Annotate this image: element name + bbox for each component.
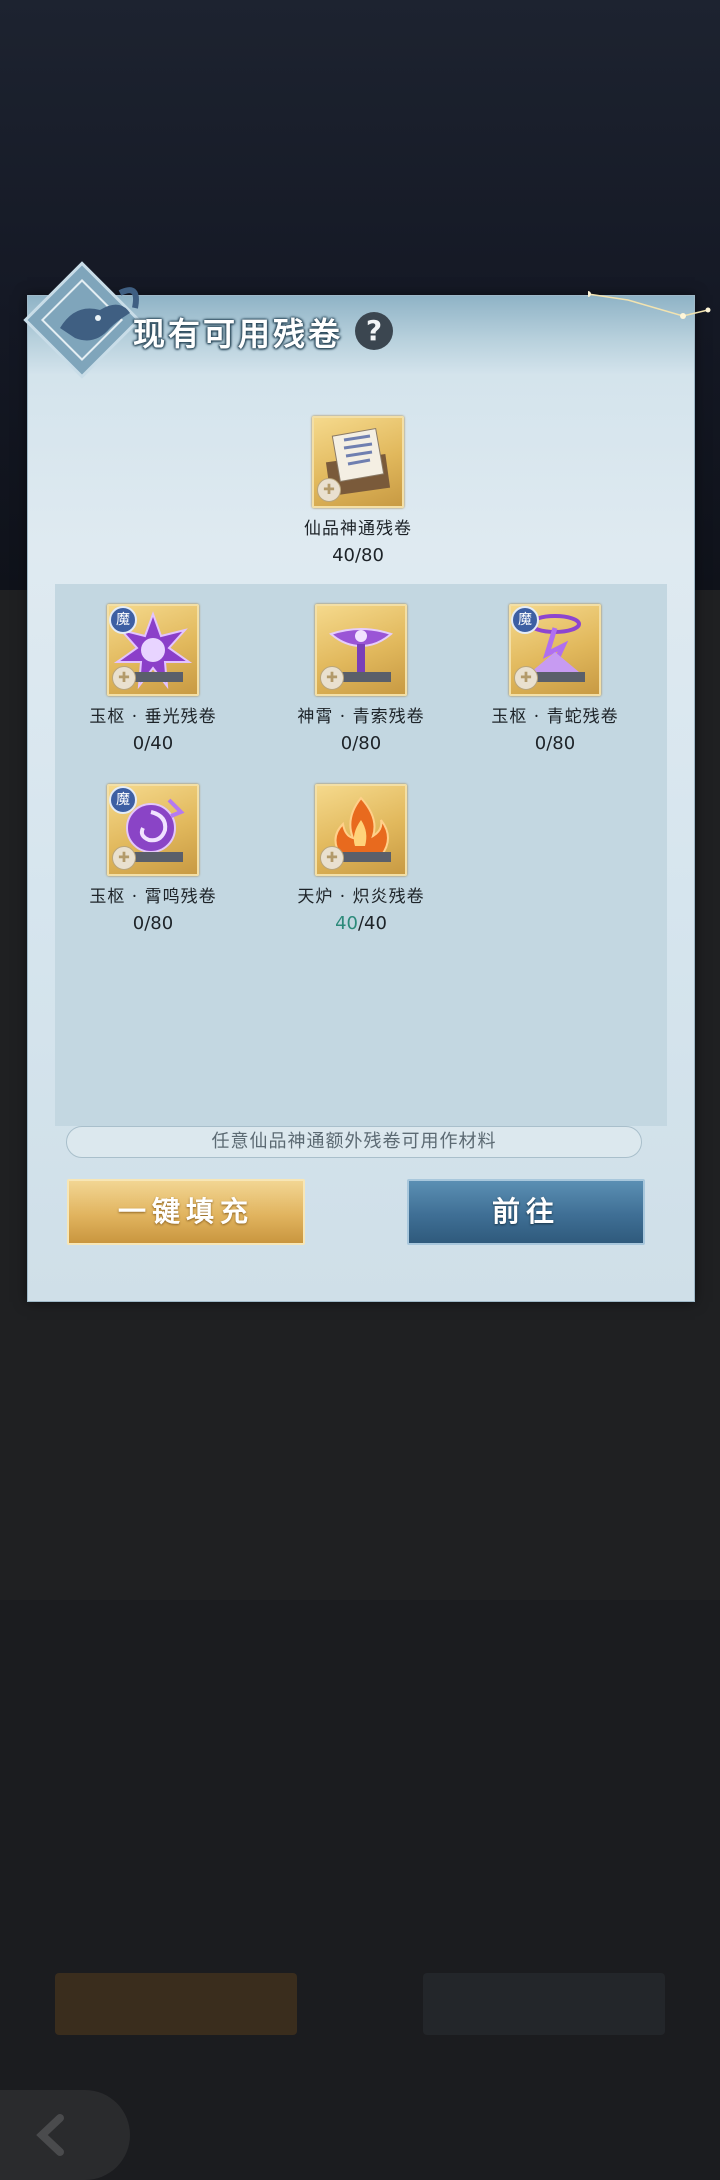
item-count: 40/80 — [332, 545, 384, 566]
flame-icon: ✚ — [315, 784, 407, 876]
purple-vortex-icon: 魔 ✚ — [107, 784, 199, 876]
item-name: 玉枢 · 青蛇残卷 — [491, 707, 619, 727]
back-arrow-icon — [36, 2114, 64, 2156]
item-name: 玉枢 · 霄鸣残卷 — [89, 887, 217, 907]
scroll-item[interactable]: 魔 ✚ 玉枢 · 垂光残卷 0/40 — [63, 604, 243, 754]
owned-count: 40 — [335, 913, 358, 934]
scroll-list: 魔 ✚ 玉枢 · 垂光残卷 0/40 ✚ 神霄 · 青索残卷 0/80 魔 ✚ … — [55, 584, 667, 1126]
one-click-fill-button[interactable]: 一键填充 — [67, 1179, 305, 1245]
item-count: 0/80 — [534, 733, 576, 754]
fragment-badge: ✚ — [112, 666, 136, 690]
main-scroll-item[interactable]: ✚ 仙品神通残卷 40/80 — [258, 416, 458, 566]
fragment-badge: ✚ — [320, 666, 344, 690]
demon-badge: 魔 — [109, 786, 137, 814]
help-button[interactable]: ? — [355, 312, 393, 350]
scroll-pile-icon: ✚ — [312, 416, 404, 508]
fragment-badge: ✚ — [112, 846, 136, 870]
item-count: 40/40 — [335, 913, 387, 934]
background-button-right — [423, 1973, 665, 2035]
fragment-badge: ✚ — [514, 666, 538, 690]
fragment-badge: ✚ — [317, 478, 341, 502]
scroll-item[interactable]: 魔 ✚ 玉枢 · 霄鸣残卷 0/80 — [63, 784, 243, 934]
background-button-left — [55, 1973, 297, 2035]
purple-burst-icon: 魔 ✚ — [107, 604, 199, 696]
item-count: 0/80 — [340, 733, 382, 754]
item-count: 0/40 — [132, 733, 174, 754]
fragment-badge: ✚ — [320, 846, 344, 870]
scroll-item[interactable]: ✚ 天炉 · 炽炎残卷 40/40 — [271, 784, 451, 934]
demon-badge: 魔 — [511, 606, 539, 634]
material-note: 任意仙品神通额外残卷可用作材料 — [66, 1126, 642, 1158]
constellation-decoration — [588, 291, 711, 319]
back-button[interactable] — [0, 2090, 130, 2180]
beast-emblem-icon — [23, 261, 141, 379]
item-name: 仙品神通残卷 — [304, 519, 412, 539]
purple-serpent-icon: 魔 ✚ — [509, 604, 601, 696]
scroll-item[interactable]: 魔 ✚ 玉枢 · 青蛇残卷 0/80 — [465, 604, 645, 754]
demon-badge: 魔 — [109, 606, 137, 634]
purple-sword-icon: ✚ — [315, 604, 407, 696]
available-scrolls-dialog: 现有可用残卷 ? ✚ 仙品神通残卷 40/80 魔 ✚ 玉枢 · 垂光残卷 0/… — [23, 261, 711, 1302]
item-name: 天炉 · 炽炎残卷 — [297, 887, 425, 907]
item-name: 神霄 · 青索残卷 — [297, 707, 425, 727]
goto-button[interactable]: 前往 — [407, 1179, 645, 1245]
scroll-item[interactable]: ✚ 神霄 · 青索残卷 0/80 — [271, 604, 451, 754]
item-name: 玉枢 · 垂光残卷 — [89, 707, 217, 727]
item-count: 0/80 — [132, 913, 174, 934]
dialog-title: 现有可用残卷 — [133, 315, 344, 353]
